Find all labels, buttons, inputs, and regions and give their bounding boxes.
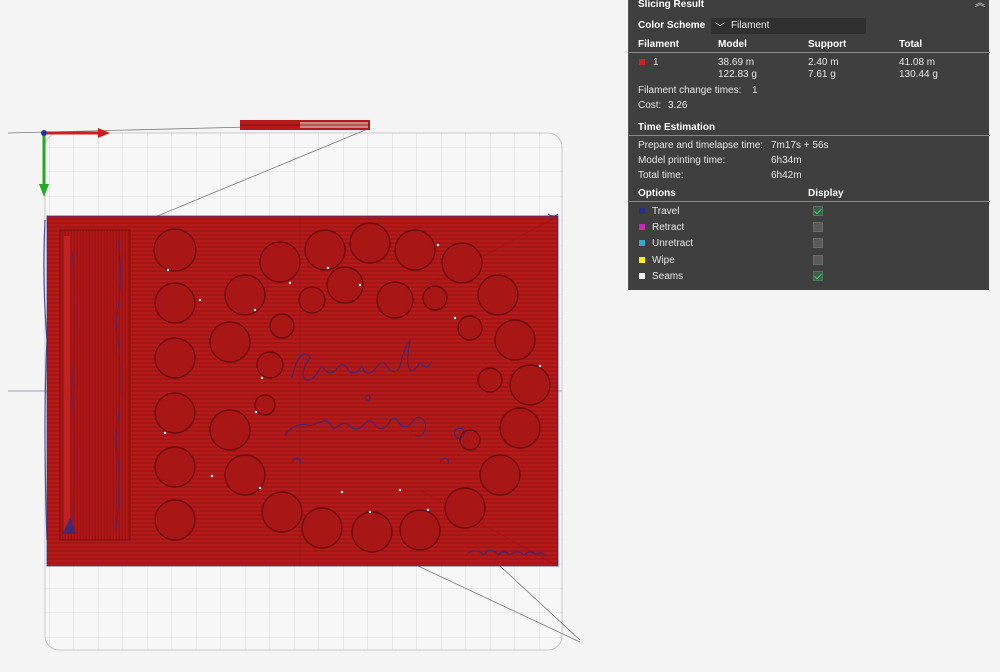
model-length: 38.69 m [718, 57, 755, 68]
total-length: 41.08 m [899, 57, 936, 68]
color-scheme-dropdown[interactable]: ﹀ Filament [711, 18, 866, 34]
filament-index: 1 [653, 57, 659, 68]
option-label: Retract [652, 222, 685, 233]
seams-color-swatch [639, 273, 645, 279]
option-label: Unretract [652, 238, 694, 249]
divider [629, 52, 990, 53]
time-estimation-title: Time Estimation [638, 122, 716, 133]
header-model: Model [718, 39, 747, 50]
support-length: 2.40 m [808, 57, 839, 68]
prime-line [240, 120, 370, 130]
retract-color-swatch [639, 224, 645, 230]
wipe-display-checkbox[interactable] [813, 255, 823, 265]
filament-color-swatch [639, 59, 645, 65]
panel-title: Slicing Result [638, 0, 705, 10]
wipe-color-swatch [639, 257, 645, 263]
support-weight: 7.61 g [808, 69, 836, 80]
color-scheme-label: Color Scheme [638, 20, 706, 31]
model-time-label: Model printing time: [638, 155, 726, 166]
prepare-time-value: 7m17s + 56s [771, 140, 829, 151]
filament-change-value: 1 [752, 85, 758, 96]
option-label: Wipe [652, 255, 675, 266]
total-weight: 130.44 g [899, 69, 938, 80]
options-header: Options [638, 188, 676, 199]
retract-display-checkbox[interactable] [813, 222, 823, 232]
model-time-value: 6h34m [771, 155, 802, 166]
slicing-result-panel: Slicing Result ︽ Color Scheme ﹀ Filament… [628, 0, 990, 290]
header-total: Total [899, 39, 923, 50]
divider [629, 201, 990, 202]
color-scheme-value: Filament [731, 20, 770, 31]
divider [629, 135, 990, 136]
seams-display-checkbox[interactable] [813, 271, 823, 281]
option-label: Travel [652, 206, 680, 217]
unretract-color-swatch [639, 240, 645, 246]
unretract-display-checkbox[interactable] [813, 238, 823, 248]
total-time-value: 6h42m [771, 170, 802, 181]
header-support: Support [808, 39, 847, 50]
collapse-icon[interactable]: ︽ [974, 0, 986, 10]
option-label: Seams [652, 271, 684, 282]
model-weight: 122.83 g [718, 69, 757, 80]
cost-value: 3.26 [668, 100, 688, 111]
filament-change-label: Filament change times: [638, 85, 742, 96]
prepare-time-label: Prepare and timelapse time: [638, 140, 764, 151]
header-filament: Filament [638, 39, 680, 50]
display-header: Display [808, 188, 844, 199]
total-time-label: Total time: [638, 170, 684, 181]
cost-label: Cost: [638, 100, 662, 111]
chevron-down-icon: ﹀ [715, 23, 725, 34]
travel-display-checkbox[interactable] [813, 206, 823, 216]
travel-color-swatch [639, 208, 645, 214]
